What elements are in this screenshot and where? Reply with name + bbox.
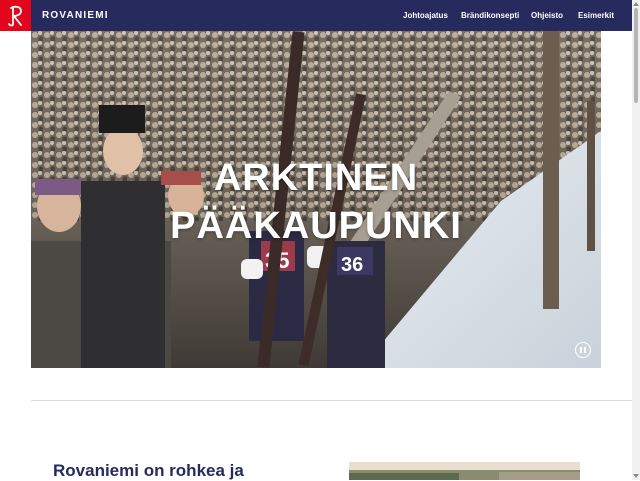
- main-nav: Johtoajatus Brändikonsepti Ohjeisto Esim…: [0, 11, 632, 23]
- hero-banner: 35 36 ARKTINEN PÄÄKAUPUNKI: [31, 31, 601, 368]
- nav-item-esimerkit[interactable]: Esimerkit: [578, 11, 614, 20]
- intro-heading: Rovaniemi on rohkea ja: [53, 461, 244, 480]
- hero-photo: 35 36: [31, 31, 601, 368]
- hero-title-line1: ARKTINEN: [213, 157, 419, 199]
- nav-item-johtoajatus[interactable]: Johtoajatus: [403, 11, 448, 20]
- top-navigation-bar: ROVANIEMI Johtoajatus Brändikonsepti Ohj…: [0, 0, 632, 31]
- svg-text:36: 36: [341, 254, 363, 276]
- scroll-up-arrow-icon[interactable]: [633, 2, 639, 6]
- landscape-photo: [349, 462, 580, 480]
- scroll-down-arrow-icon[interactable]: [633, 474, 639, 478]
- scroll-thumb[interactable]: [634, 8, 638, 103]
- intro-landscape-image: [349, 462, 580, 480]
- section-divider: [31, 400, 632, 401]
- pause-button[interactable]: [575, 342, 591, 358]
- pause-icon: [580, 347, 582, 353]
- nav-item-brandikonsepti[interactable]: Brändikonsepti: [461, 11, 519, 20]
- hero-title-line2: PÄÄKAUPUNKI: [170, 205, 462, 247]
- nav-item-ohjeisto[interactable]: Ohjeisto: [531, 11, 563, 20]
